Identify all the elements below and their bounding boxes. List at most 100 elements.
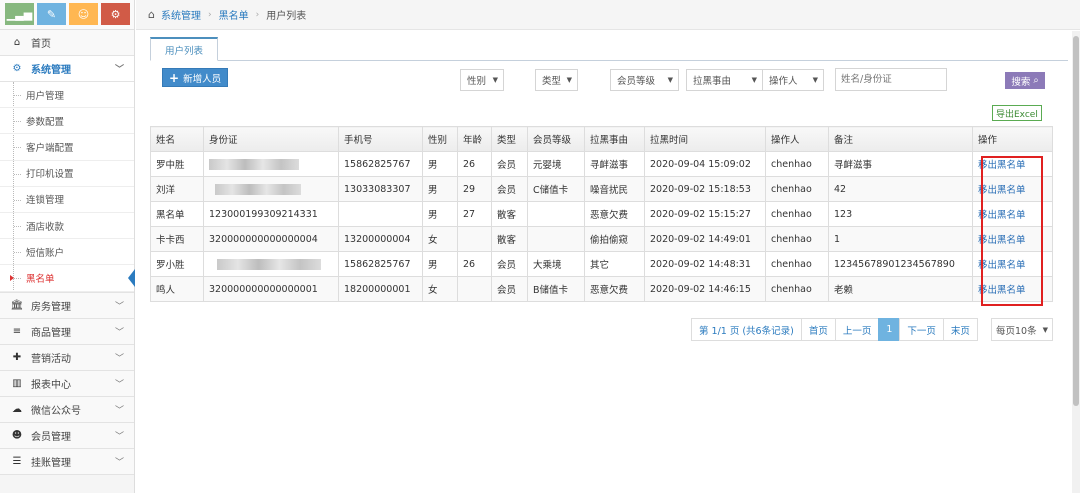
signal-icon[interactable]: ▁▃▅ <box>5 3 34 25</box>
cell-name: 卡卡西 <box>150 226 204 252</box>
home-icon[interactable]: ⌂ <box>148 8 155 21</box>
col-header-time[interactable]: 拉黑时间 <box>644 126 766 152</box>
col-header-gender[interactable]: 性别 <box>422 126 458 152</box>
member-level-select[interactable]: 会员等级 ▼ <box>610 69 679 91</box>
export-excel-button[interactable]: 导出Excel <box>992 105 1042 121</box>
pencil-icon[interactable]: ✎ <box>37 3 66 25</box>
vertical-scrollbar[interactable] <box>1072 31 1080 493</box>
sidebar-subitem-sms[interactable]: 短信账户 <box>0 239 134 266</box>
remove-from-blacklist-link[interactable]: 移出黑名单 <box>978 185 1026 196</box>
subitem-label: 酒店收款 <box>26 221 65 233</box>
cell-note: 12345678901234567890 <box>828 251 973 277</box>
cell-gender: 男 <box>422 151 458 177</box>
type-select-value: 类型 <box>542 76 562 87</box>
cell-id-redacted <box>203 151 339 177</box>
col-header-phone[interactable]: 手机号 <box>338 126 423 152</box>
sidebar-item-wechat[interactable]: ☁ 微信公众号 ﹀ <box>0 396 134 423</box>
bank-icon: 🏛 <box>10 299 24 311</box>
cell-reason: 寻衅滋事 <box>584 151 645 177</box>
sidebar-subitem-blacklist[interactable]: 黑名单 <box>0 265 135 292</box>
col-header-age[interactable]: 年龄 <box>457 126 492 152</box>
chevron-down-icon: ﹀ <box>114 65 124 75</box>
cell-time: 2020-09-02 15:15:27 <box>644 201 766 227</box>
cell-name: 鸣人 <box>150 276 204 302</box>
sidebar-subitem-chain[interactable]: 连锁管理 <box>0 187 134 213</box>
caret-down-icon: ▼ <box>667 76 673 84</box>
first-page-button[interactable]: 首页 <box>800 318 836 341</box>
subitem-label: 客户端配置 <box>26 142 74 154</box>
cloud-icon: ☁ <box>12 403 22 415</box>
users-icon[interactable]: ☺ <box>69 3 98 25</box>
cell-level <box>527 226 585 252</box>
chevron-down-icon: ﹀ <box>114 301 124 312</box>
breadcrumb-system[interactable]: 系统管理 <box>161 7 201 22</box>
blacklist-reason-select[interactable]: 拉黑事由 ▼ <box>686 69 763 91</box>
operator-select[interactable]: 操作人 ▼ <box>762 69 824 91</box>
col-header-note[interactable]: 备注 <box>828 126 973 152</box>
cell-phone: 13033083307 <box>338 176 423 202</box>
cell-action: 移出黑名单 <box>972 251 1053 277</box>
next-page-button[interactable]: 下一页 <box>899 318 944 341</box>
search-button[interactable]: 搜索 ⌕ <box>1005 72 1045 89</box>
col-header-operator[interactable]: 操作人 <box>765 126 829 152</box>
sidebar-subitem-user-management[interactable]: 用户管理 <box>0 82 134 109</box>
cell-phone: 18200000001 <box>338 276 423 302</box>
sidebar-item-members[interactable]: ☻ 会员管理 ﹀ <box>0 422 134 449</box>
remove-from-blacklist-link[interactable]: 移出黑名单 <box>978 260 1026 271</box>
caret-down-icon: ▼ <box>1042 325 1048 334</box>
col-header-reason[interactable]: 拉黑事由 <box>584 126 645 152</box>
cell-operator: chenhao <box>765 276 829 302</box>
sidebar-item-goods[interactable]: ≡ 商品管理 ﹀ <box>0 318 134 345</box>
cell-id: 123000199309214331 <box>203 201 339 227</box>
blacklist-table: 姓名 身份证 手机号 性别 年龄 类型 会员等级 拉黑事由 拉黑时间 操作人 备… <box>150 126 1053 302</box>
sidebar-subitem-params[interactable]: 参数配置 <box>0 108 134 135</box>
table-row: 卡卡西 320000000000000004 13200000004 女 散客 … <box>150 226 1053 252</box>
chevron-down-icon: ﹀ <box>114 431 124 442</box>
sidebar-subitem-hotel-payment[interactable]: 酒店收款 <box>0 213 134 240</box>
main-content: 用户列表 + 新增人员 性别 ▼ 类型 ▼ 会员等级 ▼ 拉黑事由 ▼ 操作人 ▼ 搜索 … <box>136 31 1080 493</box>
cell-type: 散客 <box>491 226 528 252</box>
cell-id-redacted <box>203 251 339 277</box>
page-size-value: 每页10条 <box>996 325 1037 337</box>
col-header-type[interactable]: 类型 <box>491 126 528 152</box>
cell-reason: 恶意欠费 <box>584 201 645 227</box>
current-page-button[interactable]: 1 <box>878 318 901 341</box>
name-id-search-input[interactable] <box>835 68 947 91</box>
cell-name: 罗小胜 <box>150 251 204 277</box>
sidebar-item-system[interactable]: ⚙ 系统管理 ﹀ <box>0 56 134 82</box>
add-person-button[interactable]: + 新增人员 <box>162 68 229 87</box>
remove-from-blacklist-link[interactable]: 移出黑名单 <box>978 210 1026 221</box>
remove-from-blacklist-link[interactable]: 移出黑名单 <box>978 285 1026 296</box>
breadcrumb: ⌂ 系统管理 › 黑名单 › 用户列表 <box>136 0 1080 30</box>
sidebar-item-home[interactable]: ⌂ 首页 <box>0 30 134 56</box>
breadcrumb-blacklist[interactable]: 黑名单 <box>219 7 249 22</box>
last-page-button[interactable]: 末页 <box>942 318 978 341</box>
remove-from-blacklist-link[interactable]: 移出黑名单 <box>978 235 1026 246</box>
sidebar-subitem-client-config[interactable]: 客户端配置 <box>0 134 134 161</box>
cogs-icon[interactable]: ⚙ <box>101 3 130 25</box>
gender-select[interactable]: 性别 ▼ <box>460 69 504 91</box>
scrollbar-thumb[interactable] <box>1073 36 1079 406</box>
type-select[interactable]: 类型 ▼ <box>535 69 578 91</box>
prev-page-button[interactable]: 上一页 <box>834 318 880 341</box>
sidebar-item-credit[interactable]: ☰ 挂账管理 ﹀ <box>0 448 134 475</box>
group-icon: ☻ <box>11 429 23 441</box>
col-header-member-level[interactable]: 会员等级 <box>527 126 585 152</box>
cell-note: 老赖 <box>828 276 973 302</box>
cell-level: B储值卡 <box>527 276 585 302</box>
col-header-id[interactable]: 身份证 <box>203 126 339 152</box>
page-size-select[interactable]: 每页10条 ▼ <box>991 318 1053 341</box>
cell-age: 26 <box>457 151 492 177</box>
cell-name: 罗中胜 <box>150 151 204 177</box>
sidebar-item-marketing[interactable]: ✚ 营销活动 ﹀ <box>0 344 134 371</box>
sidebar-item-room[interactable]: 🏛 房务管理 ﹀ <box>0 292 134 319</box>
sidebar-item-reports[interactable]: ▥ 报表中心 ﹀ <box>0 370 134 397</box>
remove-from-blacklist-link[interactable]: 移出黑名单 <box>978 160 1026 171</box>
col-header-name[interactable]: 姓名 <box>150 126 204 152</box>
member-level-select-value: 会员等级 <box>617 76 656 87</box>
sidebar-subitem-printer[interactable]: 打印机设置 <box>0 161 134 187</box>
cell-time: 2020-09-02 15:18:53 <box>644 176 766 202</box>
chevron-down-icon: ﹀ <box>114 379 124 390</box>
cell-age: 29 <box>457 176 492 202</box>
tab-user-list[interactable]: 用户列表 <box>150 37 219 61</box>
